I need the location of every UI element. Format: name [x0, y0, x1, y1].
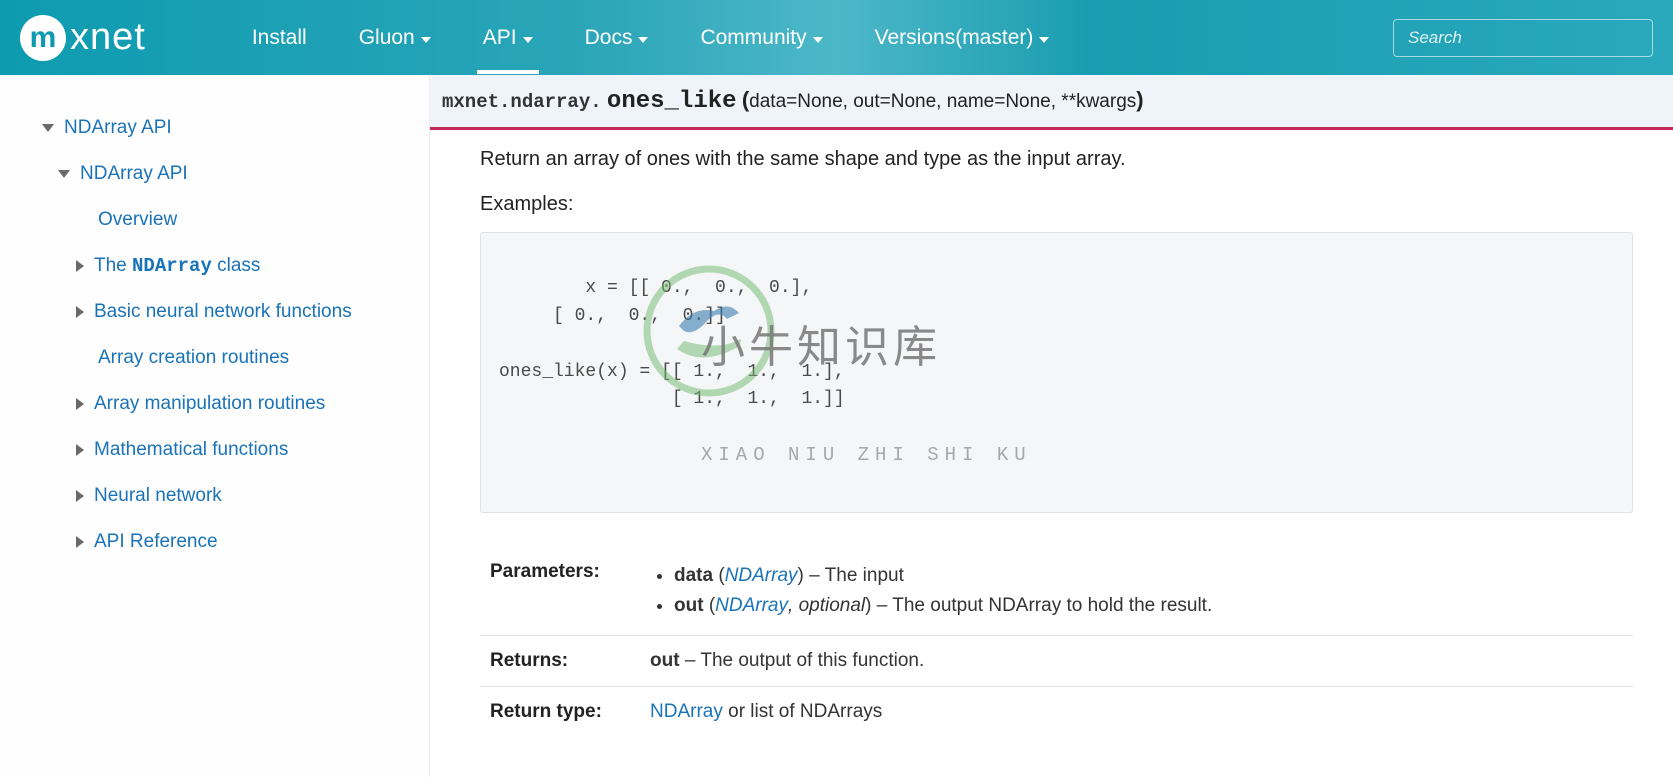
parameters-table: Parameters: data (NDArray) – The input o… [480, 547, 1633, 737]
sidebar-item-basic-nn[interactable]: Basic neural network functions [42, 289, 401, 335]
sidebar-item-label: NDArray API [80, 163, 188, 185]
sidebar-item-api-reference[interactable]: API Reference [42, 519, 401, 565]
caret-closed-icon [76, 398, 84, 410]
table-row: Parameters: data (NDArray) – The input o… [480, 547, 1633, 636]
watermark [521, 223, 789, 450]
table-row: Returns: out – The output of this functi… [480, 636, 1633, 687]
chevron-down-icon [1039, 37, 1049, 43]
watermark-logo-icon [629, 251, 789, 411]
nav-label: Community [700, 26, 806, 50]
sidebar-item-label: Basic neural network functions [94, 301, 352, 323]
ndarray-link[interactable]: NDArray [715, 595, 788, 616]
caret-closed-icon [76, 444, 84, 456]
sidebar-item-neural-network[interactable]: Neural network [42, 473, 401, 519]
sidebar-item-label: Mathematical functions [94, 439, 288, 461]
parameters-label: Parameters: [480, 547, 640, 636]
chevron-down-icon [421, 37, 431, 43]
sidebar-item-array-manipulation[interactable]: Array manipulation routines [42, 381, 401, 427]
caret-closed-icon [76, 490, 84, 502]
caret-open-icon [58, 170, 70, 178]
ndarray-link[interactable]: NDArray [650, 701, 723, 722]
nav-community[interactable]: Community [694, 2, 828, 74]
ndarray-link[interactable]: NDArray [725, 565, 798, 586]
watermark-en: XIAO NIU ZHI SHI KU [701, 441, 1032, 470]
sidebar-item-label: Array manipulation routines [94, 393, 325, 415]
nav-label: Gluon [359, 26, 415, 50]
chevron-down-icon [523, 37, 533, 43]
chevron-down-icon [813, 37, 823, 43]
sidebar-item-math-functions[interactable]: Mathematical functions [42, 427, 401, 473]
sidebar-item-label: Overview [98, 209, 177, 231]
function-signature: mxnet.ndarray. ones_like (data=None, out… [430, 75, 1673, 130]
chevron-down-icon [638, 37, 648, 43]
sidebar-item-ndarray-api[interactable]: NDArray API [42, 105, 401, 151]
nav-label: Versions(master) [875, 26, 1034, 50]
nav-versions[interactable]: Versions(master) [869, 2, 1056, 74]
logo-text: xnet [70, 16, 146, 59]
caret-closed-icon [76, 536, 84, 548]
logo[interactable]: m xnet [20, 15, 146, 61]
sidebar-item-label: Neural network [94, 485, 222, 507]
sig-params: data=None, out=None, name=None, **kwargs [749, 91, 1136, 112]
examples-label: Examples: [480, 193, 1633, 216]
caret-open-icon [42, 124, 54, 132]
sidebar-item-label: API Reference [94, 531, 218, 553]
nav-gluon[interactable]: Gluon [353, 2, 437, 74]
sidebar-item-label: The NDArray class [94, 255, 260, 277]
returns-label: Returns: [480, 636, 640, 687]
table-row: Return type: NDArray or list of NDArrays [480, 687, 1633, 738]
sidebar-item-label: NDArray API [64, 117, 172, 139]
nav-install[interactable]: Install [246, 2, 313, 74]
main-nav: Install Gluon API Docs Community Version… [246, 2, 1056, 74]
search-input[interactable] [1393, 19, 1653, 57]
code-example: x = [[ 0., 0., 0.], [ 0., 0., 0.]] ones_… [480, 232, 1633, 513]
nav-docs[interactable]: Docs [579, 2, 655, 74]
return-type-value: NDArray or list of NDArrays [640, 687, 1633, 738]
param-out: out (NDArray, optional) – The output NDA… [674, 591, 1623, 621]
sig-close-paren: ) [1136, 87, 1143, 112]
nav-label: Install [252, 26, 307, 50]
sidebar: NDArray API NDArray API Overview The NDA… [0, 75, 430, 777]
parameters-value: data (NDArray) – The input out (NDArray,… [640, 547, 1633, 636]
sidebar-item-ndarray-class[interactable]: The NDArray class [42, 243, 401, 289]
search-wrap [1393, 19, 1653, 57]
sidebar-item-ndarray-api-sub[interactable]: NDArray API [42, 151, 401, 197]
sig-module: mxnet.ndarray. [442, 91, 602, 113]
nav-label: Docs [585, 26, 633, 50]
sidebar-item-overview[interactable]: Overview [42, 197, 401, 243]
code-text: x = [[ 0., 0., 0.], [ 0., 0., 0.]] ones_… [499, 278, 845, 410]
param-data: data (NDArray) – The input [674, 561, 1623, 591]
return-type-label: Return type: [480, 687, 640, 738]
caret-closed-icon [76, 260, 84, 272]
sig-name: ones_like [607, 88, 737, 115]
nav-label: API [483, 26, 517, 50]
logo-badge: m [20, 15, 66, 61]
sidebar-item-array-creation[interactable]: Array creation routines [42, 335, 401, 381]
nav-api[interactable]: API [477, 2, 539, 74]
caret-closed-icon [76, 306, 84, 318]
sidebar-item-label: Array creation routines [98, 347, 289, 369]
function-description: Return an array of ones with the same sh… [480, 148, 1633, 171]
returns-value: out – The output of this function. [640, 636, 1633, 687]
header: m xnet Install Gluon API Docs Community … [0, 0, 1673, 75]
main-content: mxnet.ndarray. ones_like (data=None, out… [430, 75, 1673, 777]
